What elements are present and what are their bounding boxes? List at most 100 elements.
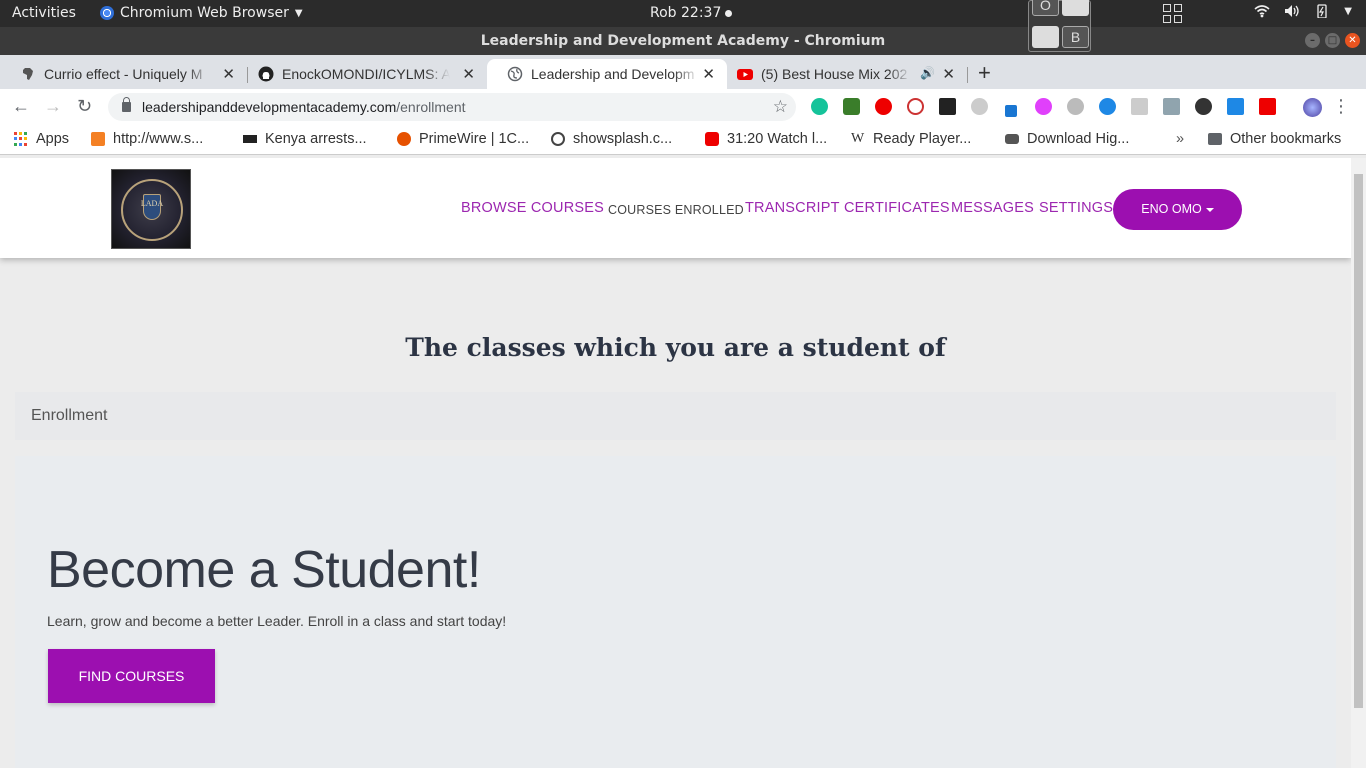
ext-n-icon[interactable]: [1259, 98, 1276, 115]
bookmark-icon: [91, 132, 105, 146]
africa-icon: [23, 68, 33, 80]
system-top-bar: Activities Chromium Web Browser ▼ Rob 22…: [0, 0, 1366, 27]
activities-button[interactable]: Activities: [12, 5, 76, 21]
tab-strip: Currio effect - Uniquely M ✕ EnockOMONDI…: [0, 55, 1366, 89]
youtube-icon: [705, 132, 719, 146]
ext-gray-icon[interactable]: [971, 98, 988, 115]
app-menu[interactable]: Chromium Web Browser ▼: [100, 5, 303, 21]
maximize-icon[interactable]: □: [1325, 33, 1340, 48]
bookmark-item[interactable]: W Ready Player...: [851, 131, 971, 147]
system-tray[interactable]: ▼: [1254, 4, 1352, 18]
close-tab-icon[interactable]: ✕: [702, 65, 715, 83]
onscreen-keyboard-widget[interactable]: O B: [1028, 0, 1091, 52]
scrollbar-thumb[interactable]: [1354, 174, 1363, 708]
caret-down-icon: [1205, 207, 1214, 212]
close-tab-icon[interactable]: ✕: [942, 65, 955, 83]
ext-red-icon[interactable]: [907, 98, 924, 115]
nav-transcript[interactable]: TRANSCRIPT: [745, 200, 840, 216]
user-name: ENO OMO: [1141, 202, 1202, 216]
tab-title: Leadership and Developm: [531, 66, 695, 82]
bookmarks-overflow-button[interactable]: »: [1176, 131, 1184, 147]
ext-box-icon[interactable]: [939, 98, 956, 115]
bookmark-item[interactable]: Kenya arrests...: [243, 131, 367, 147]
audio-playing-icon[interactable]: 🔊: [920, 66, 935, 80]
bookmark-star-icon[interactable]: ☆: [773, 93, 788, 121]
forward-arrow-icon[interactable]: →: [44, 96, 62, 117]
bookmark-label: showsplash.c...: [573, 131, 673, 147]
browser-menu-icon[interactable]: ⋮: [1332, 96, 1350, 117]
workspace-grid-icon[interactable]: [1163, 4, 1183, 24]
ext-bookmark-icon[interactable]: [1227, 98, 1244, 115]
nav-messages[interactable]: MESSAGES: [951, 200, 1034, 216]
nav-settings[interactable]: SETTINGS: [1039, 200, 1113, 216]
bookmark-item[interactable]: Download Hig...: [1005, 131, 1129, 147]
nav-certificates[interactable]: CERTIFICATES: [844, 200, 950, 216]
wikipedia-icon: W: [851, 131, 865, 146]
ext-k-icon[interactable]: [1195, 98, 1212, 115]
breadcrumb: Enrollment: [15, 392, 1336, 440]
bookmark-label: Kenya arrests...: [265, 131, 367, 147]
youtube-icon: [737, 69, 753, 80]
bookmark-label: http://www.s...: [113, 131, 204, 147]
window-title: Leadership and Development Academy - Chr…: [480, 33, 886, 49]
close-icon[interactable]: ✕: [1345, 33, 1360, 48]
tab-youtube[interactable]: (5) Best House Mix 202 🔊 ✕: [717, 59, 968, 89]
adblock-icon[interactable]: [875, 98, 892, 115]
site-navbar: LADA BROWSE COURSES COURSES ENROLLED TRA…: [0, 158, 1351, 258]
hero-title: Become a Student!: [47, 541, 481, 599]
key-blank[interactable]: [1032, 26, 1059, 48]
page-title: The classes which you are a student of: [405, 333, 946, 362]
address-bar[interactable]: leadershipanddevelopmentacademy.com/enro…: [108, 93, 796, 121]
close-tab-icon[interactable]: ✕: [462, 65, 475, 83]
ext-key-icon[interactable]: [1131, 98, 1148, 115]
nav-browse-courses[interactable]: BROWSE COURSES: [461, 200, 604, 216]
key-o[interactable]: O: [1032, 0, 1059, 16]
ext-bird-icon[interactable]: [1035, 98, 1052, 115]
tab-title: EnockOMONDI/ICYLMS: A: [282, 66, 450, 82]
page-scrollbar[interactable]: [1351, 158, 1366, 768]
bookmark-item[interactable]: 31:20 Watch l...: [705, 131, 827, 147]
other-bookmarks-label: Other bookmarks: [1230, 131, 1342, 147]
ext-pen-icon[interactable]: [1005, 105, 1017, 117]
tab-leadership-active[interactable]: Leadership and Developm ✕: [487, 59, 727, 89]
lock-icon[interactable]: [122, 97, 131, 112]
bookmark-item[interactable]: PrimeWire | 1C...: [397, 131, 529, 147]
bookmark-item[interactable]: http://www.s...: [91, 131, 203, 147]
back-arrow-icon[interactable]: ←: [12, 96, 30, 117]
site-logo[interactable]: LADA: [111, 169, 191, 249]
close-tab-icon[interactable]: ✕: [222, 65, 235, 83]
logo-text: LADA: [140, 199, 164, 208]
key-blank[interactable]: [1062, 0, 1089, 16]
tab-github[interactable]: EnockOMONDI/ICYLMS: A ✕: [238, 59, 487, 89]
globe-icon: [507, 66, 523, 82]
network-icon: [1254, 5, 1270, 18]
window-title-bar[interactable]: Leadership and Development Academy - Chr…: [0, 27, 1366, 55]
chevron-down-icon: ▼: [1344, 5, 1352, 17]
volume-icon: [1285, 5, 1299, 17]
ext-web-icon[interactable]: [1067, 98, 1084, 115]
bookmarks-bar: Apps http://www.s... Kenya arrests... Pr…: [0, 125, 1366, 155]
bbc-icon: [243, 135, 257, 143]
hero-lead: Learn, grow and become a better Leader. …: [47, 613, 507, 629]
page-viewport: LADA BROWSE COURSES COURSES ENROLLED TRA…: [0, 158, 1366, 768]
reload-icon[interactable]: ↻: [77, 96, 92, 117]
chromium-icon: [100, 6, 114, 20]
breadcrumb-item: Enrollment: [31, 407, 108, 424]
new-tab-button[interactable]: +: [978, 60, 991, 86]
download-icon[interactable]: [1163, 98, 1180, 115]
clock[interactable]: Rob 22:37: [650, 5, 733, 21]
notification-dot-icon: [725, 9, 733, 17]
other-bookmarks-folder[interactable]: Other bookmarks: [1208, 131, 1341, 147]
bookmark-apps[interactable]: Apps: [14, 131, 69, 147]
nav-courses-enrolled[interactable]: COURSES ENROLLED: [608, 203, 744, 217]
find-courses-button[interactable]: FIND COURSES: [48, 649, 215, 703]
ext-blue-icon[interactable]: [1099, 98, 1116, 115]
grammarly-icon[interactable]: [811, 98, 828, 115]
user-menu-button[interactable]: ENO OMO: [1113, 189, 1242, 230]
tab-currio[interactable]: Currio effect - Uniquely M ✕: [0, 59, 248, 89]
globe-ext-icon[interactable]: [843, 98, 860, 115]
key-b[interactable]: B: [1062, 26, 1089, 48]
bookmark-item[interactable]: showsplash.c...: [551, 131, 672, 147]
minimize-icon[interactable]: –: [1305, 33, 1320, 48]
profile-avatar-icon[interactable]: [1303, 98, 1322, 117]
